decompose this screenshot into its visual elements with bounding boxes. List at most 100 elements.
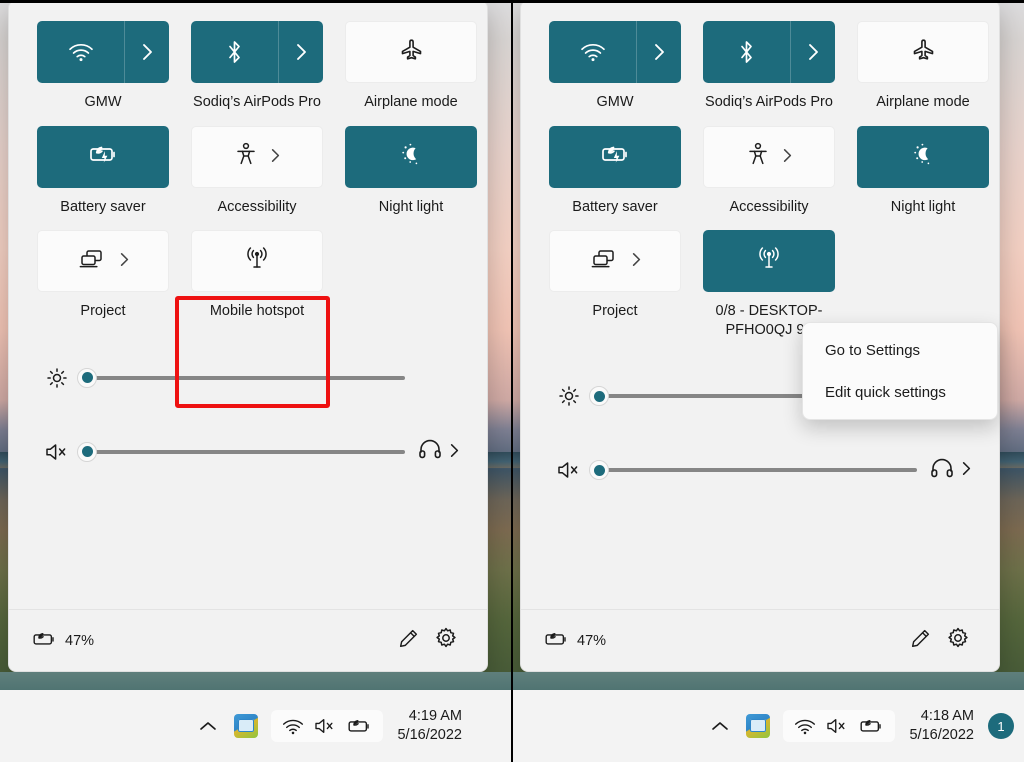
volume-muted-icon[interactable] — [549, 460, 589, 480]
tile-mobile-hotspot[interactable] — [703, 230, 835, 293]
tile-label-night-light: Night light — [378, 198, 444, 215]
tile-night-light[interactable] — [345, 125, 477, 188]
tile-wifi[interactable] — [37, 21, 169, 83]
tile-bluetooth[interactable] — [191, 21, 323, 83]
headphones-icon[interactable] — [930, 458, 954, 483]
bluetooth-icon[interactable] — [703, 21, 790, 83]
chevron-right-icon[interactable] — [279, 21, 323, 83]
system-tray-left[interactable] — [271, 710, 384, 742]
volume-muted-icon[interactable] — [826, 717, 848, 735]
settings-button[interactable] — [427, 622, 465, 660]
remote-desktop-icon[interactable] — [737, 705, 779, 747]
headphones-icon[interactable] — [418, 439, 442, 464]
chevron-right-icon[interactable] — [450, 443, 459, 461]
slider-thumb[interactable] — [589, 460, 609, 481]
tile-night-light[interactable] — [857, 125, 989, 188]
hotspot-icon — [755, 246, 783, 277]
tile-cell-project: Project — [549, 230, 681, 339]
remote-desktop-icon[interactable] — [225, 705, 267, 747]
slider-thumb[interactable] — [77, 441, 97, 462]
battery-percent-label: 47% — [65, 632, 95, 649]
slider-thumb[interactable] — [589, 386, 609, 407]
battery-status[interactable]: 47% — [543, 630, 606, 652]
tile-cell-project: Project — [37, 230, 169, 321]
tile-cell-bluetooth: Sodiq’s AirPods Pro — [703, 21, 835, 112]
wifi-icon[interactable] — [282, 718, 304, 735]
tile-label-night-light: Night light — [890, 198, 956, 215]
slider-track — [85, 375, 405, 380]
system-tray-right[interactable] — [783, 710, 896, 742]
chevron-right-icon[interactable] — [791, 21, 835, 83]
slider-thumb[interactable] — [77, 367, 97, 388]
clock-right[interactable]: 4:18 AM 5/16/2022 — [909, 707, 974, 745]
tile-airplane-mode[interactable] — [345, 21, 477, 83]
wifi-icon[interactable] — [794, 718, 816, 735]
tile-airplane-mode[interactable] — [857, 21, 989, 83]
context-menu-item-edit-quick-settings[interactable]: Edit quick settings — [807, 371, 993, 413]
volume-slider[interactable] — [77, 441, 405, 462]
context-menu-item-go-to-settings[interactable]: Go to Settings — [807, 329, 993, 371]
tile-project[interactable] — [37, 230, 169, 293]
bluetooth-icon[interactable] — [191, 21, 278, 83]
battery-saver-icon[interactable] — [346, 717, 372, 735]
tile-battery-saver[interactable] — [549, 125, 681, 188]
tile-cell-accessibility: Accessibility — [191, 125, 323, 217]
edit-quick-settings-button[interactable] — [901, 622, 939, 660]
footer-spacer — [9, 469, 487, 609]
taskbar-left: 4:19 AM 5/16/2022 — [0, 690, 512, 762]
volume-slider-end — [917, 458, 971, 483]
tile-battery-saver[interactable] — [37, 125, 169, 188]
right-screenshot: GMW Sodiq’s AirPods Pro Airplane mode Ba… — [512, 0, 1024, 762]
clock-left[interactable]: 4:19 AM 5/16/2022 — [397, 707, 462, 745]
wifi-icon[interactable] — [549, 21, 636, 83]
notification-badge-right[interactable]: 1 — [988, 713, 1014, 739]
battery-status[interactable]: 47% — [31, 630, 94, 652]
tile-cell-accessibility: Accessibility — [703, 125, 835, 217]
volume-slider-end — [405, 439, 459, 464]
tile-label-project: Project — [592, 303, 638, 320]
hotspot-context-menu: Go to Settings Edit quick settings — [802, 322, 998, 420]
chevron-right-icon[interactable] — [783, 148, 792, 166]
battery-percent-label: 47% — [577, 632, 607, 649]
settings-button[interactable] — [939, 622, 977, 660]
tile-label-accessibility: Accessibility — [729, 198, 809, 215]
brightness-icon — [549, 385, 589, 407]
battery-saver-icon — [88, 143, 118, 170]
wifi-icon[interactable] — [37, 21, 124, 83]
chevron-right-icon[interactable] — [120, 252, 129, 270]
edit-quick-settings-button[interactable] — [389, 622, 427, 660]
tile-accessibility[interactable] — [191, 125, 323, 188]
tile-accessibility[interactable] — [703, 125, 835, 188]
clock-date: 5/16/2022 — [909, 727, 974, 743]
volume-muted-icon[interactable] — [314, 717, 336, 735]
quick-settings-footer-right: 47% — [521, 609, 999, 671]
volume-slider-row — [37, 435, 459, 469]
volume-muted-icon[interactable] — [37, 442, 77, 462]
tile-wifi[interactable] — [549, 21, 681, 83]
tile-label-project: Project — [80, 303, 126, 320]
footer-spacer — [521, 487, 999, 609]
chevron-up-icon[interactable] — [703, 705, 737, 747]
slider-track — [597, 468, 917, 473]
brightness-icon — [37, 367, 77, 389]
remote-desktop-glyph — [746, 714, 771, 738]
project-icon — [78, 247, 106, 276]
gear-icon — [947, 627, 969, 654]
sliders-section-left — [9, 321, 487, 469]
chevron-right-icon[interactable] — [962, 461, 971, 479]
brightness-slider[interactable] — [77, 367, 405, 388]
chevron-right-icon[interactable] — [637, 21, 681, 83]
chevron-right-icon[interactable] — [271, 148, 280, 166]
tile-cell-battery-saver: Battery saver — [549, 125, 681, 217]
chevron-right-icon[interactable] — [125, 21, 169, 83]
tile-bluetooth[interactable] — [703, 21, 835, 83]
volume-slider[interactable] — [589, 460, 917, 481]
battery-saver-icon[interactable] — [858, 717, 884, 735]
taskbar-right: 4:18 AM 5/16/2022 1 — [512, 690, 1024, 762]
chevron-right-icon[interactable] — [632, 252, 641, 270]
tile-mobile-hotspot[interactable] — [191, 230, 323, 293]
tile-project[interactable] — [549, 230, 681, 293]
chevron-up-icon[interactable] — [191, 705, 225, 747]
tile-cell-mobile-hotspot: Mobile hotspot — [191, 230, 323, 321]
screenshot-stage: GMW Sodiq’s AirPods Pro Airplane mode Ba… — [0, 0, 1024, 762]
